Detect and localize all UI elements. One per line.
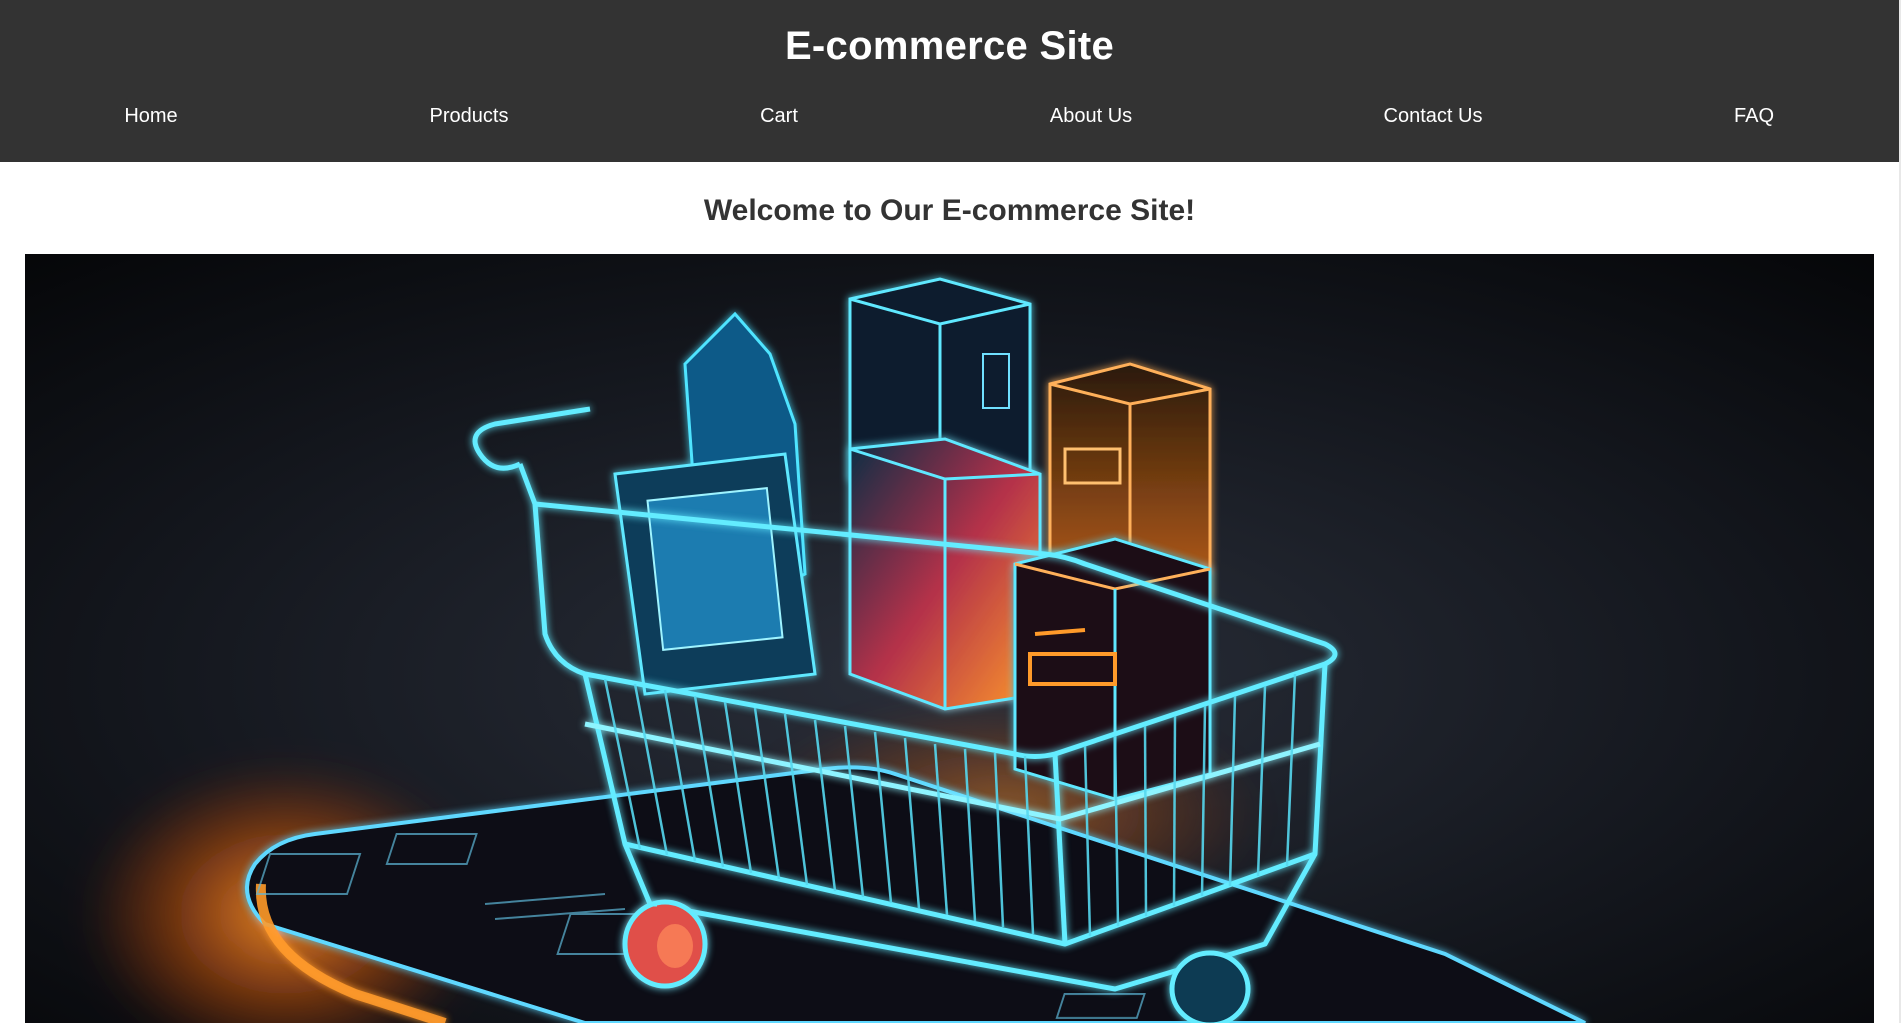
nav-link-products[interactable]: Products xyxy=(430,105,509,128)
welcome-heading: Welcome to Our E-commerce Site! xyxy=(703,194,1196,227)
site-header: E-commerce Site Home Products Cart About… xyxy=(0,0,1899,162)
page: E-commerce Site Home Products Cart About… xyxy=(0,0,1901,1023)
site-title: E-commerce Site xyxy=(784,24,1115,68)
nav-link-cart[interactable]: Cart xyxy=(760,105,798,128)
nav-link-home[interactable]: Home xyxy=(124,105,177,128)
main-nav: Home Products Cart About Us Contact Us F… xyxy=(0,105,1899,135)
neon-shopping-cart-illustration xyxy=(25,254,1874,1023)
nav-link-about-us[interactable]: About Us xyxy=(1050,105,1132,128)
nav-link-faq[interactable]: FAQ xyxy=(1734,105,1774,128)
nav-link-contact-us[interactable]: Contact Us xyxy=(1384,105,1483,128)
hero-image xyxy=(25,254,1874,1023)
